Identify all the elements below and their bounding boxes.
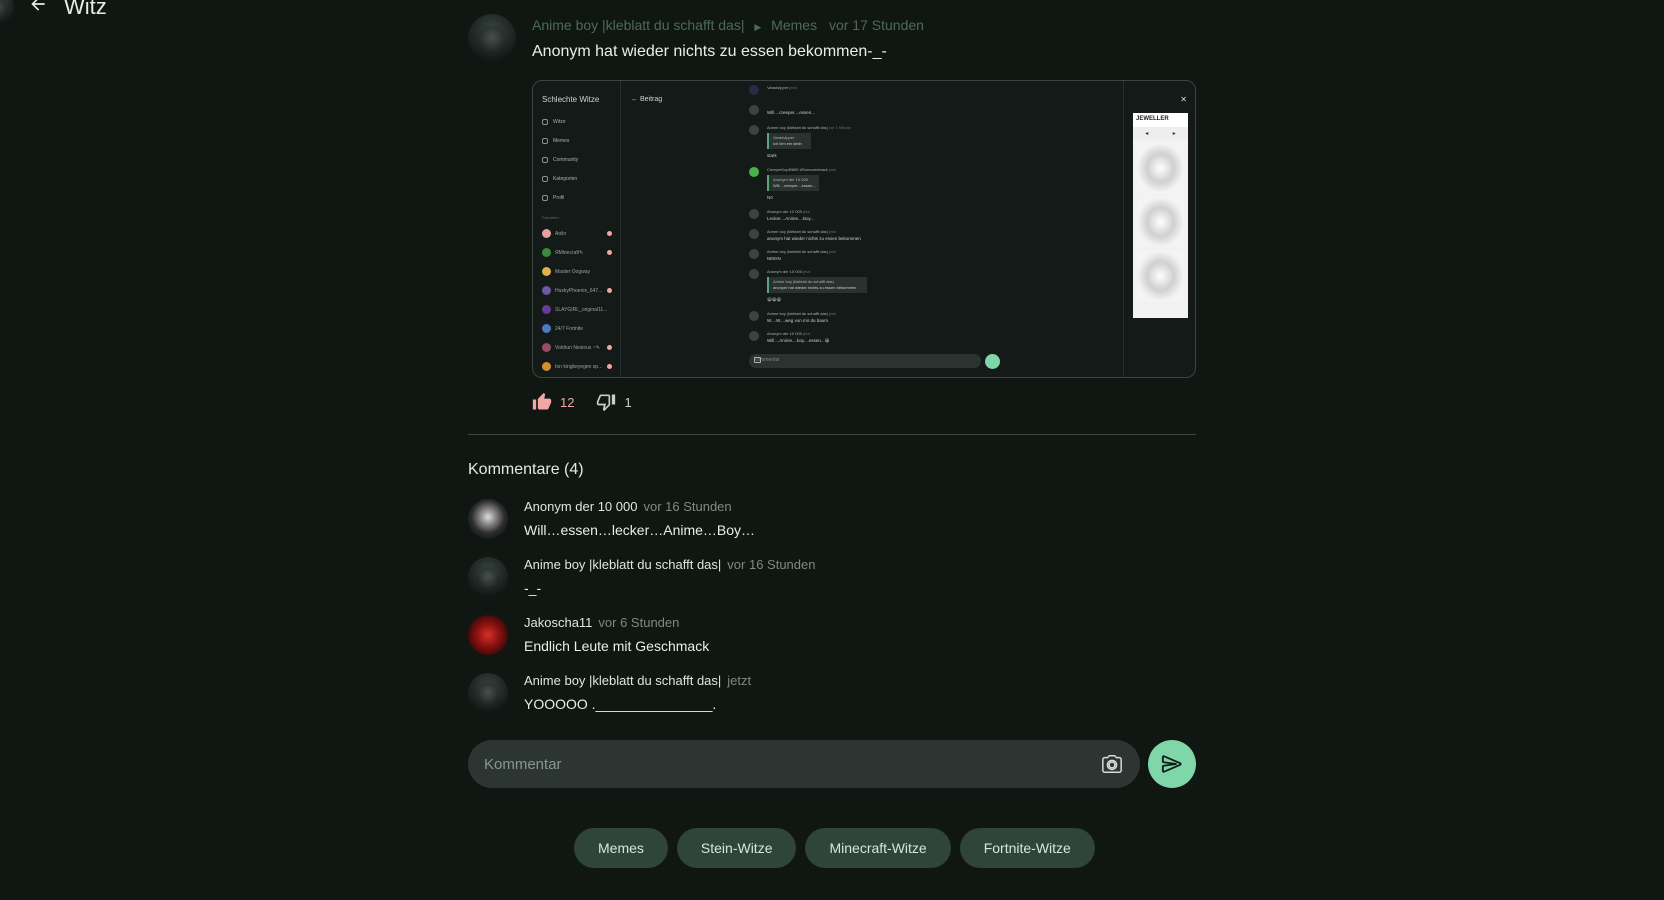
chip-fortnite-witze[interactable]: Fortnite-Witze — [959, 828, 1095, 868]
comment-item: Anime boy |kleblatt du schafft das| jetzt… — [468, 673, 1196, 719]
mini-comment-input: Kommentar — [749, 354, 981, 368]
page-title: Witz — [64, 0, 107, 19]
mini-app-title: Schlechte Witze — [542, 95, 600, 104]
comment-avatar[interactable] — [468, 673, 508, 713]
comment-avatar[interactable] — [468, 499, 508, 539]
thumb-up-icon — [532, 392, 552, 410]
mini-favorite: 24/7 Fortnite — [542, 324, 612, 333]
mini-sidebar: Schlechte Witze Witze Memes Community Ka… — [533, 81, 621, 377]
post-reactions: 12 1 — [532, 392, 654, 412]
comment-author[interactable]: Anonym der 10 000 — [524, 499, 637, 514]
like-count: 12 — [560, 394, 575, 410]
comment-header: Anonym der 10 000 vor 16 Stunden — [524, 499, 732, 514]
chip-memes[interactable]: Memes — [574, 828, 668, 868]
comment-author[interactable]: Jakoscha11 — [524, 615, 592, 630]
camera-button[interactable] — [1100, 752, 1124, 776]
mini-back-label: ← Beitrag — [631, 96, 663, 103]
comment-input[interactable] — [468, 740, 1068, 788]
caret-right-icon: ▶ — [754, 22, 762, 32]
comment-text: YOOOOO ._______________. — [524, 696, 717, 712]
comment-item: Anime boy |kleblatt du schafft das| vor 1… — [468, 557, 1196, 603]
comment-text: Will…essen…lecker…Anime…Boy… — [524, 522, 756, 538]
mini-favorite: ЯМinecraft✎ — [542, 248, 612, 257]
comment-text: -_- — [524, 580, 542, 596]
arrow-left-icon — [31, 0, 45, 11]
dislike-button[interactable]: 1 — [596, 392, 632, 412]
mini-favorite: HuskyPhoenix_647... — [542, 286, 612, 295]
comment-avatar[interactable] — [468, 615, 508, 655]
user-avatar[interactable] — [0, 0, 14, 24]
thumb-down-icon — [597, 394, 616, 412]
comment-avatar[interactable] — [468, 557, 508, 597]
comment-item: Anonym der 10 000 vor 16 Stunden Will…ess… — [468, 499, 1196, 545]
mini-nav-item: Profil — [542, 195, 564, 201]
post-header: Anime boy |kleblatt du schafft das| ▶ Me… — [468, 14, 1196, 74]
mini-send-icon — [985, 354, 1000, 369]
post-author-avatar[interactable] — [468, 14, 516, 62]
mini-nav-item: Kategorien — [542, 176, 577, 182]
back-button[interactable] — [26, 0, 50, 16]
mini-ad-brand: JEWELLER — [1133, 113, 1188, 127]
mini-feed: Varadvipper jetzt Will....creeper....ess… — [749, 81, 979, 377]
mini-ad: JEWELLER ◂ ▸ — [1133, 113, 1188, 318]
mini-close-icon: ✕ — [1180, 95, 1187, 104]
mini-nav-item: Community — [542, 157, 578, 163]
mini-favorite: Aolin — [542, 229, 612, 238]
send-icon — [1161, 755, 1182, 773]
send-button[interactable] — [1148, 740, 1196, 788]
comment-time: vor 16 Stunden — [727, 557, 816, 572]
mini-favorite: SLAYGIRL_original11... — [542, 305, 612, 314]
comment-compose — [468, 740, 1140, 788]
post-category-link[interactable]: Memes — [771, 17, 817, 33]
comment-author[interactable]: Anime boy |kleblatt du schafft das| — [524, 557, 721, 572]
comment-time: vor 16 Stunden — [643, 499, 732, 514]
camera-icon — [1102, 755, 1122, 773]
mini-favorites-label: Favoriten — [542, 215, 559, 220]
mini-nav-item: Witze — [542, 119, 566, 125]
comment-time: jetzt — [727, 673, 752, 688]
comments-title: Kommentare (4) — [468, 461, 584, 478]
mini-divider — [1123, 81, 1124, 377]
post-text: Anonym hat wieder nichts zu essen bekomm… — [532, 43, 887, 60]
mini-favorite: Ion kingkeyegen sp... — [542, 362, 612, 371]
comment-header: Jakoscha11 vor 6 Stunden — [524, 615, 679, 630]
comment-header: Anime boy |kleblatt du schafft das| jetzt — [524, 673, 751, 688]
chip-minecraft-witze[interactable]: Minecraft-Witze — [805, 828, 951, 868]
like-button[interactable]: 12 — [532, 392, 574, 412]
post-time: vor 17 Stunden — [828, 17, 924, 33]
post-author-name[interactable]: Anime boy |kleblatt du schafft das| — [532, 17, 744, 33]
chip-stein-witze[interactable]: Stein-Witze — [676, 828, 797, 868]
comment-text: Endlich Leute mit Geschmack — [524, 638, 710, 654]
comment-time: vor 6 Stunden — [598, 615, 680, 630]
mini-nav-item: Memes — [542, 138, 569, 144]
comment-item: Jakoscha11 vor 6 Stunden Endlich Leute mi… — [468, 615, 1196, 661]
dislike-count: 1 — [624, 394, 632, 410]
post-image[interactable]: Schlechte Witze Witze Memes Community Ka… — [532, 80, 1196, 378]
comment-author[interactable]: Anime boy |kleblatt du schafft das| — [524, 673, 721, 688]
mini-favorite: Master Oogway — [542, 267, 612, 276]
comment-header: Anime boy |kleblatt du schafft das| vor 1… — [524, 557, 815, 572]
divider — [468, 434, 1196, 435]
mini-favorite: Voldrun Nexious ~✎ — [542, 343, 612, 352]
post-meta: Anime boy |kleblatt du schafft das| ▶ Me… — [532, 17, 924, 33]
category-chips: Memes Stein-Witze Minecraft-Witze Fortni… — [574, 828, 1095, 868]
